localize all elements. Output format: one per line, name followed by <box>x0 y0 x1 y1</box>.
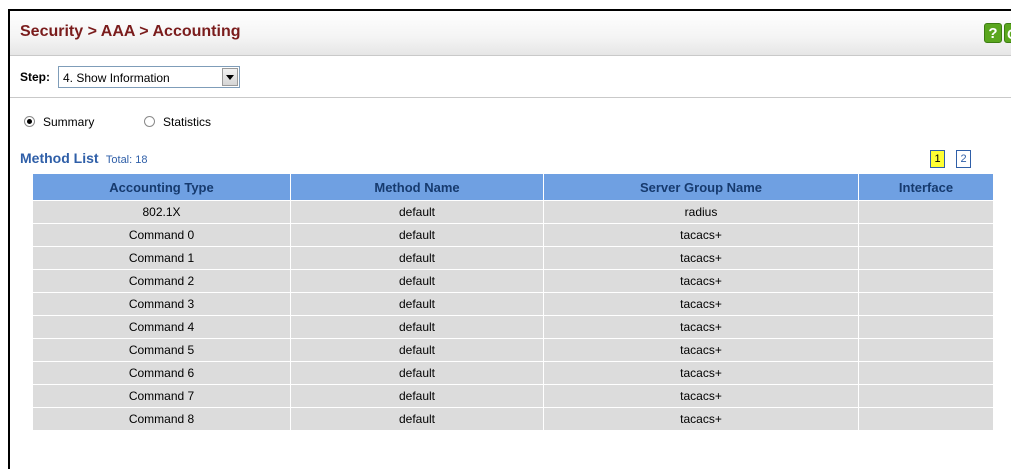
summary-radio-label: Summary <box>43 115 95 129</box>
table-row: Command 2 default tacacs+ <box>32 269 994 293</box>
cell-accounting-type: Command 2 <box>32 269 291 293</box>
cell-interface <box>858 246 994 270</box>
table-header-row: Accounting Type Method Name Server Group… <box>32 173 994 201</box>
cell-method-name: default <box>290 407 544 431</box>
cell-server-group-name: tacacs+ <box>543 361 859 385</box>
extra-icon[interactable]: C <box>1004 23 1011 43</box>
cell-accounting-type: Command 8 <box>32 407 291 431</box>
cell-method-name: default <box>290 269 544 293</box>
column-header-method-name: Method Name <box>290 173 544 201</box>
cell-interface <box>858 269 994 293</box>
cell-server-group-name: tacacs+ <box>543 292 859 316</box>
table-row: Command 6 default tacacs+ <box>32 361 994 385</box>
cell-server-group-name: tacacs+ <box>543 269 859 293</box>
table-row: Command 0 default tacacs+ <box>32 223 994 247</box>
table-row: 802.1X default radius <box>32 200 994 224</box>
table-row: Command 7 default tacacs+ <box>32 384 994 408</box>
method-list-title: Method List <box>20 150 99 166</box>
cell-accounting-type: Command 4 <box>32 315 291 339</box>
cell-accounting-type: Command 5 <box>32 338 291 362</box>
table-row: Command 3 default tacacs+ <box>32 292 994 316</box>
step-label: Step: <box>20 70 50 84</box>
step-select[interactable]: 4. Show Information <box>58 66 240 88</box>
cell-accounting-type: Command 3 <box>32 292 291 316</box>
page-link-1[interactable]: 1 <box>930 150 945 168</box>
cell-server-group-name: tacacs+ <box>543 384 859 408</box>
method-list-heading: Method List Total: 18 <box>20 150 147 166</box>
content-frame: Security > AAA > Accounting ? C Step: 4.… <box>8 9 1011 469</box>
cell-interface <box>858 384 994 408</box>
cell-server-group-name: tacacs+ <box>543 338 859 362</box>
cell-server-group-name: tacacs+ <box>543 246 859 270</box>
cell-server-group-name: tacacs+ <box>543 223 859 247</box>
cell-interface <box>858 338 994 362</box>
cell-interface <box>858 223 994 247</box>
cell-server-group-name: tacacs+ <box>543 315 859 339</box>
cell-server-group-name: radius <box>543 200 859 224</box>
page-header: Security > AAA > Accounting ? C <box>10 11 1011 56</box>
column-header-interface: Interface <box>858 173 994 201</box>
cell-method-name: default <box>290 200 544 224</box>
divider <box>10 97 1011 98</box>
cell-interface <box>858 407 994 431</box>
step-select-value: 4. Show Information <box>63 71 170 85</box>
cell-interface <box>858 292 994 316</box>
cell-server-group-name: tacacs+ <box>543 407 859 431</box>
cell-accounting-type: 802.1X <box>32 200 291 224</box>
summary-radio[interactable] <box>24 116 35 127</box>
statistics-radio-label: Statistics <box>163 115 212 129</box>
column-header-server-group-name: Server Group Name <box>543 173 859 201</box>
cell-interface <box>858 200 994 224</box>
table-row: Command 4 default tacacs+ <box>32 315 994 339</box>
cell-accounting-type: Command 1 <box>32 246 291 270</box>
cell-method-name: default <box>290 223 544 247</box>
help-icon[interactable]: ? <box>984 23 1002 43</box>
cell-method-name: default <box>290 338 544 362</box>
page-title: Security > AAA > Accounting <box>20 23 241 40</box>
cell-accounting-type: Command 7 <box>32 384 291 408</box>
cell-interface <box>858 361 994 385</box>
cell-method-name: default <box>290 315 544 339</box>
chevron-down-icon[interactable] <box>222 68 238 86</box>
table-row: Command 1 default tacacs+ <box>32 246 994 270</box>
cell-method-name: default <box>290 246 544 270</box>
page-link-2[interactable]: 2 <box>956 150 971 168</box>
method-list-total: Total: 18 <box>105 154 148 166</box>
cell-method-name: default <box>290 361 544 385</box>
cell-method-name: default <box>290 292 544 316</box>
table-row: Command 5 default tacacs+ <box>32 338 994 362</box>
cell-accounting-type: Command 6 <box>32 361 291 385</box>
statistics-radio[interactable] <box>144 116 155 127</box>
method-list-table: Accounting Type Method Name Server Group… <box>32 173 994 431</box>
table-row: Command 8 default tacacs+ <box>32 407 994 431</box>
column-header-accounting-type: Accounting Type <box>32 173 291 201</box>
cell-method-name: default <box>290 384 544 408</box>
cell-interface <box>858 315 994 339</box>
cell-accounting-type: Command 0 <box>32 223 291 247</box>
